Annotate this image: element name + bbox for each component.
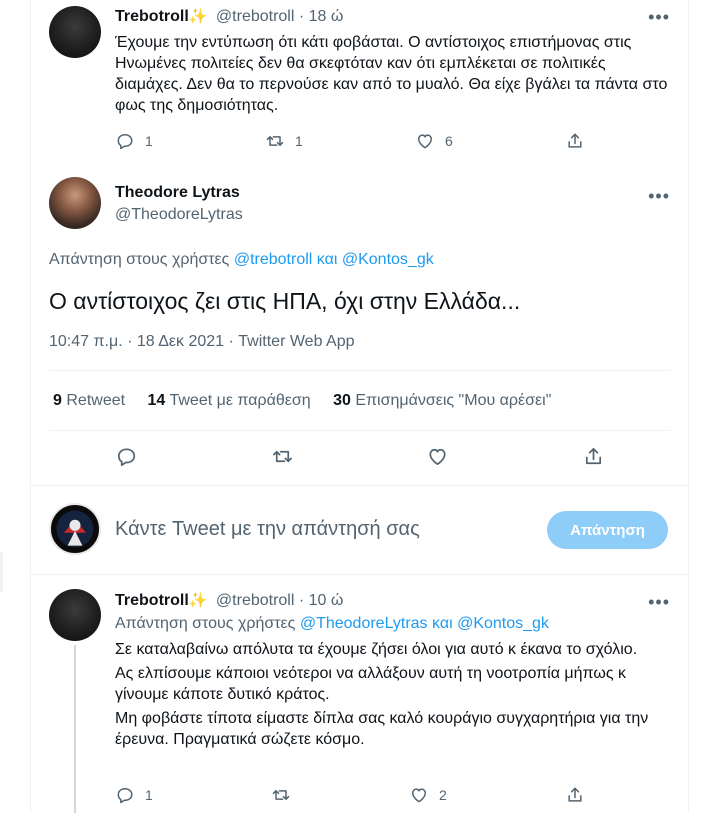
heart-icon [429, 448, 446, 466]
conversation-column: Trebotroll✨ @trebotroll · 18 ώ ••• Έχουμ… [30, 0, 689, 813]
mention-and: και [432, 615, 453, 632]
tweet-time[interactable]: · 18 ώ [299, 8, 344, 25]
tweet-actions: 1 1 6 [115, 131, 585, 151]
author-handle[interactable]: @TheodoreLytras [115, 206, 243, 224]
divider [49, 370, 670, 371]
retweet-count: 1 [295, 133, 303, 149]
author-name[interactable]: Trebotroll [115, 592, 189, 609]
thread-line [74, 645, 76, 813]
reply-icon [117, 788, 133, 804]
profile-figure-icon [56, 510, 94, 548]
avatar[interactable] [49, 6, 101, 58]
likes-stat-label: Επισημάνσεις "Μου αρέσει" [355, 392, 552, 409]
mention-link[interactable]: @Kontos_gk [342, 251, 434, 268]
main-tweet-text: Ο αντίστοιχος ζει στις ΗΠΑ, όχι στην Ελλ… [49, 288, 521, 314]
avatar[interactable] [49, 589, 101, 641]
main-tweet: Theodore Lytras @TheodoreLytras ••• Απάν… [31, 165, 688, 485]
more-icon[interactable]: ••• [648, 8, 670, 26]
tweet-text: Έχουμε την εντύπωση ότι κάτι φοβάσται. Ο… [115, 34, 668, 114]
tweet-meta[interactable]: 10:47 π.μ. · 18 Δεκ 2021 · Twitter Web A… [49, 333, 355, 351]
quotes-stat[interactable]: 14 Tweet με παράθεση [148, 392, 311, 409]
retweets-stat-count: 9 [53, 392, 62, 409]
retweet-icon [272, 450, 292, 463]
tweet-text: Σε καταλαβαίνω απόλυτα τα έχουμε ζήσει ό… [115, 639, 655, 750]
author-handle[interactable]: @trebotroll [216, 8, 295, 25]
left-edge-marker [0, 552, 3, 592]
retweet-icon [266, 136, 284, 146]
mention-link[interactable]: @TheodoreLytras [300, 615, 428, 632]
divider [49, 430, 670, 431]
like-count: 2 [439, 787, 447, 803]
reply-button[interactable]: 1 [115, 131, 153, 151]
like-count: 6 [445, 133, 453, 149]
author-handle[interactable]: @trebotroll [216, 592, 295, 609]
heart-icon [418, 134, 432, 149]
like-button[interactable] [426, 445, 449, 468]
reply-context: Απάντηση στους χρήστες @TheodoreLytras κ… [115, 615, 549, 633]
reply-prefix: Απάντηση στους χρήστες [115, 615, 296, 632]
heart-icon [412, 788, 427, 803]
sparkle-emoji: ✨ [188, 8, 208, 25]
mention-link[interactable]: @trebotroll [234, 251, 313, 268]
tweet-text-line: Μη φοβάστε τίποτα είμαστε δίπλα σας καλό… [115, 710, 649, 748]
reply-context: Απάντηση στους χρήστες @trebotroll και @… [49, 251, 434, 269]
main-tweet-actions [115, 445, 605, 468]
tweet-text-line: Ας ελπίσουμε κάποιοι νεότεροι να αλλάξου… [115, 665, 626, 703]
avatar[interactable] [49, 177, 101, 229]
tweet-text-line: Σε καταλαβαίνω απόλυτα τα έχουμε ζήσει ό… [115, 641, 638, 658]
tweet-stats: 9 Retweet 14 Tweet με παράθεση 30 Επισημ… [53, 392, 551, 410]
like-button[interactable]: 2 [409, 785, 447, 805]
reply-submit-button[interactable]: Απάντηση [547, 511, 668, 549]
tweet-header: Trebotroll✨ @trebotroll · 18 ώ [115, 7, 343, 26]
more-icon[interactable]: ••• [648, 187, 670, 205]
mention-link[interactable]: @Kontos_gk [457, 615, 549, 632]
reply-count: 1 [145, 787, 153, 803]
sparkle-emoji: ✨ [188, 592, 208, 609]
reply-icon [117, 134, 133, 150]
retweet-icon [272, 790, 290, 800]
retweet-button[interactable]: 1 [265, 131, 303, 151]
reply-prefix: Απάντηση στους χρήστες [49, 251, 230, 268]
quotes-stat-label: Tweet με παράθεση [169, 392, 311, 409]
author-name[interactable]: Trebotroll [115, 8, 189, 25]
reply-button[interactable]: 1 [115, 785, 153, 805]
share-icon [568, 133, 582, 148]
reply-icon [117, 448, 136, 466]
retweet-button[interactable] [271, 785, 291, 805]
quotes-stat-count: 14 [147, 392, 166, 409]
author-name[interactable]: Theodore Lytras [115, 184, 240, 202]
mention-and: και [316, 251, 338, 268]
tweet-trebotroll-2[interactable]: Trebotroll✨ @trebotroll · 10 ώ ••• Απάντ… [31, 575, 688, 813]
tweet-header: Trebotroll✨ @trebotroll · 10 ώ [115, 591, 343, 610]
likes-stat[interactable]: 30 Επισημάνσεις "Μου αρέσει" [333, 392, 551, 409]
share-button[interactable] [582, 445, 605, 468]
reply-count: 1 [145, 133, 153, 149]
more-icon[interactable]: ••• [648, 593, 670, 611]
share-icon [585, 447, 602, 465]
reply-input[interactable]: Κάντε Tweet με την απάντησή σας [115, 518, 420, 541]
tweet-trebotroll-1[interactable]: Trebotroll✨ @trebotroll · 18 ώ ••• Έχουμ… [31, 0, 688, 165]
likes-stat-count: 30 [333, 392, 351, 409]
tweet-time[interactable]: · 10 ώ [299, 592, 344, 609]
like-button[interactable]: 6 [415, 131, 453, 151]
tweet-actions: 1 2 [115, 785, 585, 805]
retweets-stat-label: Retweet [66, 392, 126, 409]
reply-button[interactable] [115, 445, 138, 468]
share-button[interactable] [565, 785, 585, 805]
retweet-button[interactable] [271, 445, 294, 468]
share-button[interactable] [565, 131, 585, 151]
avatar[interactable] [49, 503, 101, 555]
share-icon [568, 787, 582, 802]
retweets-stat[interactable]: 9 Retweet [53, 392, 125, 409]
